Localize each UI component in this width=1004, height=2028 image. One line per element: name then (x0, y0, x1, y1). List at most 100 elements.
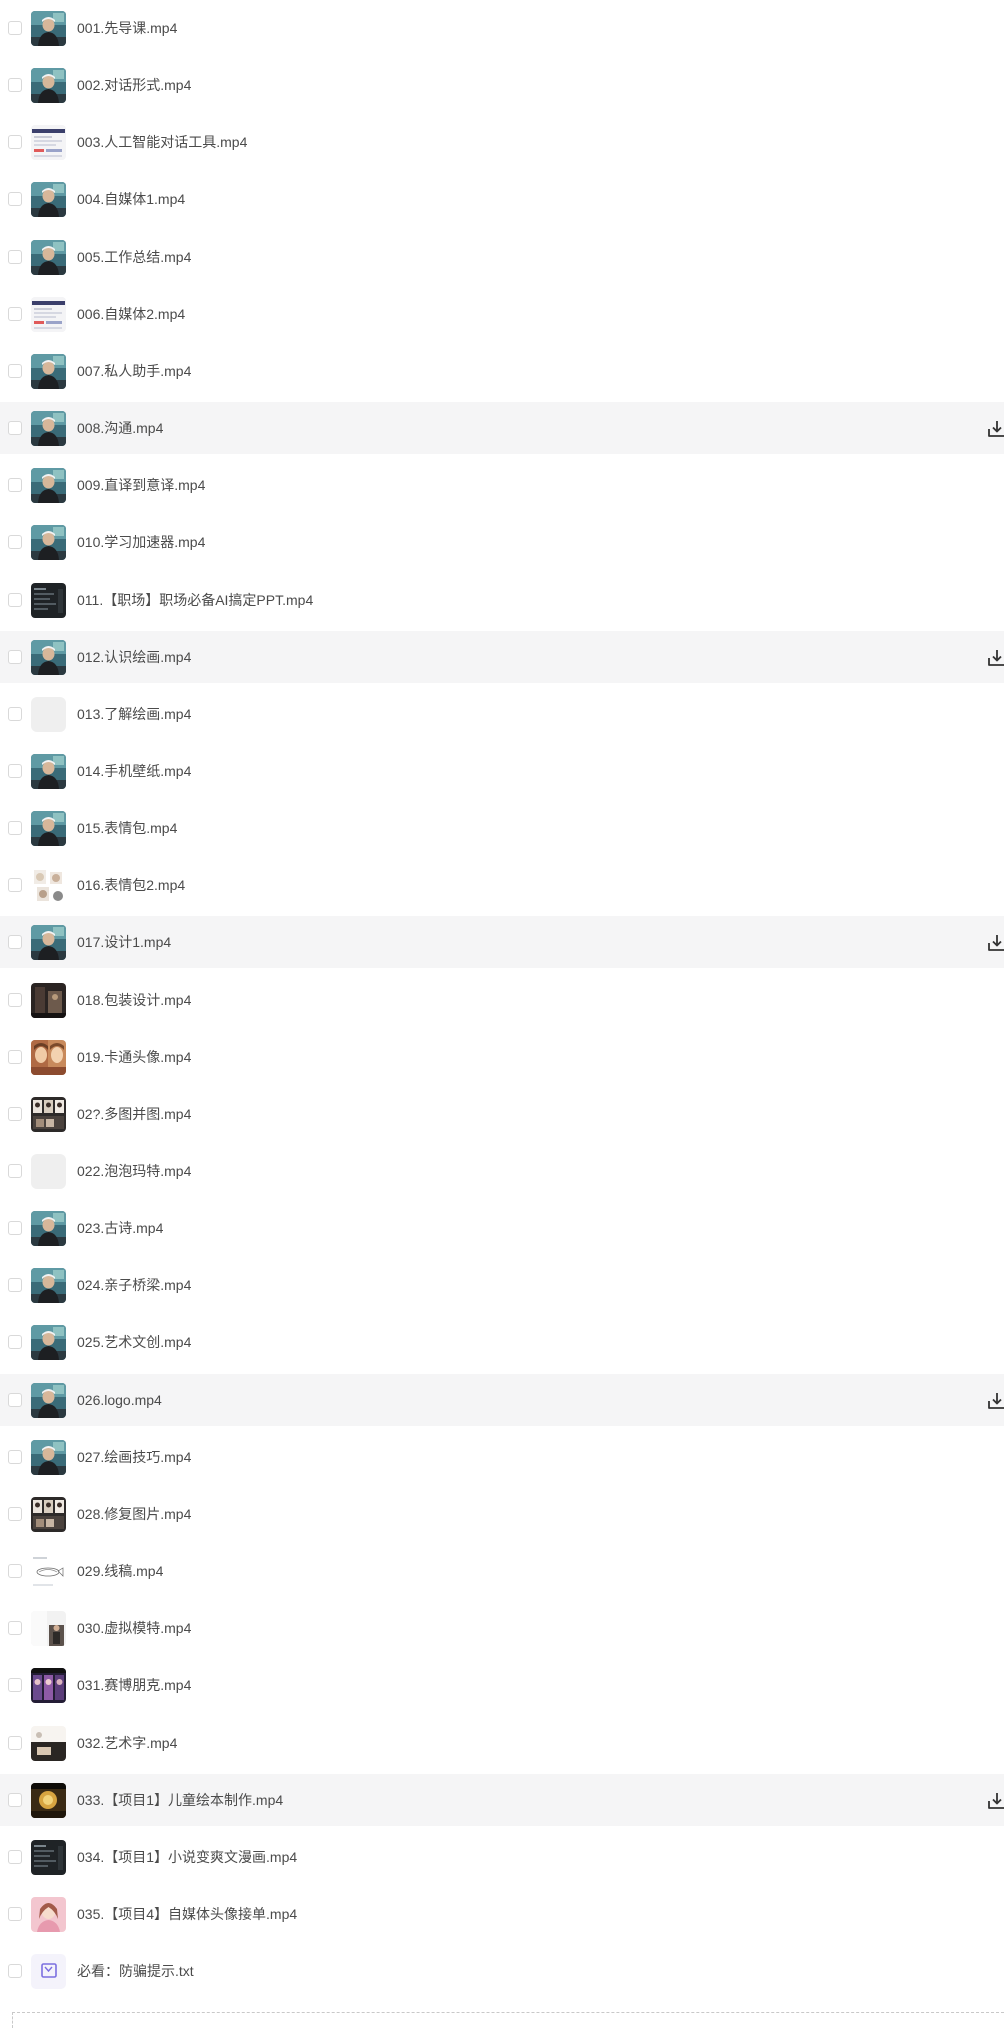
file-row[interactable]: 005.工作总结.mp4 (0, 231, 1004, 283)
file-name[interactable]: 017.设计1.mp4 (77, 933, 171, 951)
file-row[interactable]: 032.艺术字.mp4 (0, 1717, 1004, 1769)
row-checkbox[interactable] (8, 592, 22, 607)
file-name[interactable]: 016.表情包2.mp4 (77, 876, 185, 894)
download-icon[interactable] (986, 1390, 1004, 1412)
row-checkbox[interactable] (8, 1164, 22, 1178)
file-row[interactable]: 007.私人助手.mp4 (0, 345, 1004, 397)
file-row[interactable]: 023.古诗.mp4 (0, 1202, 1004, 1254)
file-row[interactable]: 028.修复图片.mp4 (0, 1488, 1004, 1540)
file-row[interactable]: 015.表情包.mp4 (0, 802, 1004, 854)
file-row[interactable]: 033.【项目1】儿童绘本制作.mp4 (0, 1773, 1004, 1826)
file-name[interactable]: 002.对话形式.mp4 (77, 76, 191, 94)
file-name[interactable]: 004.自媒体1.mp4 (77, 190, 185, 208)
row-checkbox[interactable] (8, 992, 22, 1007)
file-name[interactable]: 033.【项目1】儿童绘本制作.mp4 (77, 1791, 283, 1809)
file-name[interactable]: 02?.多图并图.mp4 (77, 1105, 191, 1123)
file-row[interactable]: 004.自媒体1.mp4 (0, 173, 1004, 225)
row-checkbox[interactable] (8, 1564, 22, 1579)
file-row[interactable]: 034.【项目1】小说变爽文漫画.mp4 (0, 1831, 1004, 1883)
file-row[interactable]: 010.学习加速器.mp4 (0, 516, 1004, 568)
row-checkbox[interactable] (8, 1221, 22, 1236)
row-checkbox[interactable] (8, 21, 22, 35)
download-icon[interactable] (986, 1790, 1004, 1812)
row-checkbox[interactable] (8, 363, 22, 378)
row-checkbox[interactable] (8, 1678, 22, 1693)
file-row[interactable]: 006.自媒体2.mp4 (0, 288, 1004, 340)
row-checkbox[interactable] (8, 706, 22, 721)
download-icon[interactable] (986, 932, 1004, 954)
file-row[interactable]: 029.线稿.mp4 (0, 1545, 1004, 1597)
row-checkbox[interactable] (8, 878, 22, 893)
file-name[interactable]: 032.艺术字.mp4 (77, 1734, 177, 1752)
file-name[interactable]: 013.了解绘画.mp4 (77, 705, 191, 723)
row-checkbox[interactable] (8, 192, 22, 207)
file-name[interactable]: 009.直译到意译.mp4 (77, 476, 205, 494)
row-checkbox[interactable] (8, 1621, 22, 1636)
file-name[interactable]: 027.绘画技巧.mp4 (77, 1448, 191, 1466)
file-row[interactable]: 013.了解绘画.mp4 (0, 688, 1004, 740)
file-name[interactable]: 031.赛博朋克.mp4 (77, 1676, 191, 1694)
file-row[interactable]: 001.先导课.mp4 (0, 2, 1004, 54)
file-name[interactable]: 034.【项目1】小说变爽文漫画.mp4 (77, 1848, 297, 1866)
file-name[interactable]: 030.虚拟模特.mp4 (77, 1619, 191, 1637)
file-name[interactable]: 006.自媒体2.mp4 (77, 305, 185, 323)
file-name[interactable]: 003.人工智能对话工具.mp4 (77, 133, 247, 151)
download-icon[interactable] (986, 418, 1004, 440)
row-checkbox[interactable] (8, 478, 22, 493)
file-row[interactable]: 030.虚拟模特.mp4 (0, 1602, 1004, 1654)
row-checkbox[interactable] (8, 1906, 22, 1921)
file-row[interactable]: 027.绘画技巧.mp4 (0, 1431, 1004, 1483)
file-row[interactable]: 012.认识绘画.mp4 (0, 630, 1004, 683)
file-row[interactable]: 025.艺术文创.mp4 (0, 1316, 1004, 1368)
file-row[interactable]: 008.沟通.mp4 (0, 402, 1004, 455)
file-row[interactable]: 002.对话形式.mp4 (0, 59, 1004, 111)
file-name[interactable]: 005.工作总结.mp4 (77, 248, 191, 266)
row-checkbox[interactable] (8, 306, 22, 321)
row-checkbox[interactable] (8, 821, 22, 836)
file-name[interactable]: 011.【职场】职场必备AI搞定PPT.mp4 (77, 591, 313, 609)
file-row[interactable]: 02?.多图并图.mp4 (0, 1088, 1004, 1140)
row-checkbox[interactable] (8, 1335, 22, 1350)
file-row[interactable]: 026.logo.mp4 (0, 1373, 1004, 1426)
file-name[interactable]: 001.先导课.mp4 (77, 19, 177, 37)
file-row[interactable]: 016.表情包2.mp4 (0, 859, 1004, 911)
row-checkbox[interactable] (8, 935, 22, 950)
file-row[interactable]: 014.手机壁纸.mp4 (0, 745, 1004, 797)
row-checkbox[interactable] (8, 535, 22, 550)
file-row[interactable]: 必看：防骗提示.txt (0, 1945, 1004, 1997)
file-name[interactable]: 必看：防骗提示.txt (77, 1962, 194, 1980)
file-row[interactable]: 011.【职场】职场必备AI搞定PPT.mp4 (0, 574, 1004, 626)
file-row[interactable]: 019.卡通头像.mp4 (0, 1031, 1004, 1083)
file-row[interactable]: 018.包装设计.mp4 (0, 974, 1004, 1026)
file-row[interactable]: 024.亲子桥梁.mp4 (0, 1259, 1004, 1311)
row-checkbox[interactable] (8, 421, 22, 436)
file-row[interactable]: 009.直译到意译.mp4 (0, 459, 1004, 511)
file-name[interactable]: 018.包装设计.mp4 (77, 991, 191, 1009)
file-row[interactable]: 022.泡泡玛特.mp4 (0, 1145, 1004, 1197)
file-name[interactable]: 025.艺术文创.mp4 (77, 1333, 191, 1351)
row-checkbox[interactable] (8, 249, 22, 264)
file-name[interactable]: 026.logo.mp4 (77, 1391, 162, 1409)
file-name[interactable]: 022.泡泡玛特.mp4 (77, 1162, 191, 1180)
row-checkbox[interactable] (8, 1392, 22, 1407)
file-row[interactable]: 031.赛博朋克.mp4 (0, 1659, 1004, 1711)
file-name[interactable]: 019.卡通头像.mp4 (77, 1048, 191, 1066)
file-name[interactable]: 024.亲子桥梁.mp4 (77, 1276, 191, 1294)
file-name[interactable]: 007.私人助手.mp4 (77, 362, 191, 380)
row-checkbox[interactable] (8, 1849, 22, 1864)
file-name[interactable]: 014.手机壁纸.mp4 (77, 762, 191, 780)
row-checkbox[interactable] (8, 1049, 22, 1064)
file-row[interactable]: 017.设计1.mp4 (0, 916, 1004, 969)
file-row[interactable]: 035.【项目4】自媒体头像接单.mp4 (0, 1888, 1004, 1940)
row-checkbox[interactable] (8, 763, 22, 778)
file-name[interactable]: 012.认识绘画.mp4 (77, 648, 191, 666)
file-name[interactable]: 008.沟通.mp4 (77, 419, 163, 437)
file-row[interactable]: 003.人工智能对话工具.mp4 (0, 116, 1004, 168)
row-checkbox[interactable] (8, 1735, 22, 1750)
row-checkbox[interactable] (8, 1792, 22, 1807)
row-checkbox[interactable] (8, 78, 22, 93)
download-icon[interactable] (986, 647, 1004, 669)
row-checkbox[interactable] (8, 1506, 22, 1521)
file-name[interactable]: 015.表情包.mp4 (77, 819, 177, 837)
file-name[interactable]: 010.学习加速器.mp4 (77, 533, 205, 551)
